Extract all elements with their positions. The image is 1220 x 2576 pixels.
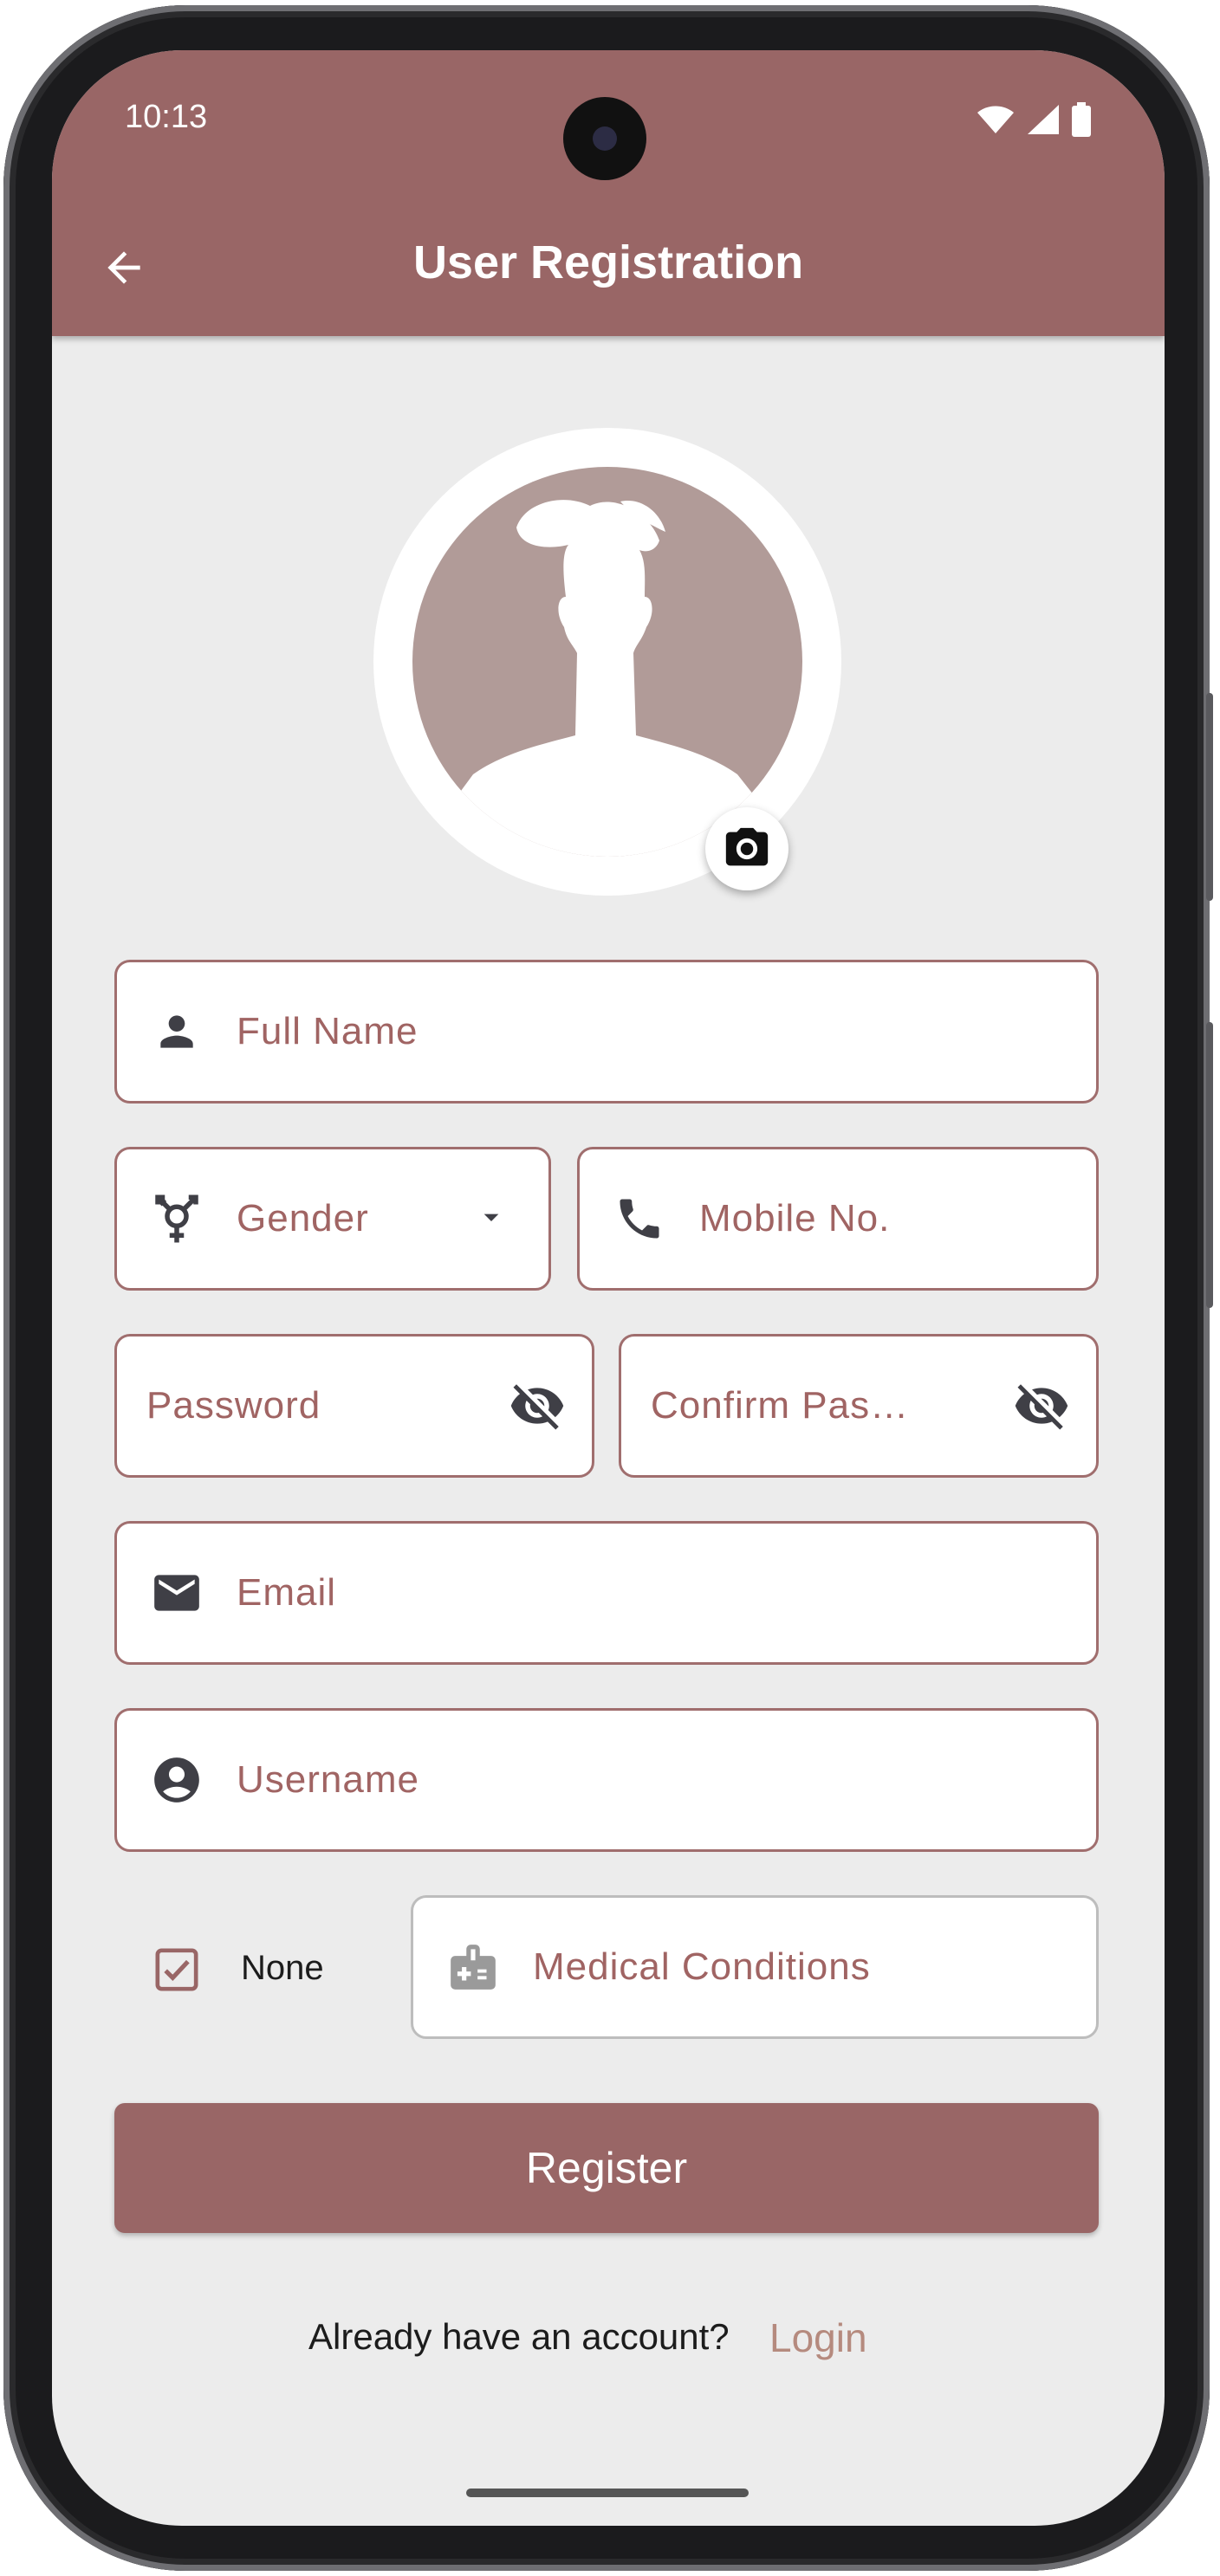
person-icon (146, 1001, 207, 1062)
login-link[interactable]: Login (769, 2314, 867, 2361)
app-screen: 10:13 User Registration Full Name Gender… (52, 50, 1165, 2526)
visibility-off-icon[interactable] (507, 1375, 568, 1436)
avatar-placeholder (412, 467, 802, 857)
medical-conditions-placeholder: Medical Conditions (533, 1945, 871, 1988)
signal-icon (1026, 103, 1061, 140)
phone-icon (609, 1188, 670, 1249)
status-icons (976, 102, 1092, 141)
gender-placeholder: Gender (237, 1197, 369, 1239)
email-placeholder: Email (237, 1571, 337, 1614)
medical-id-icon (443, 1937, 503, 1997)
front-camera (563, 97, 646, 180)
mobile-field[interactable]: Mobile No. (577, 1147, 1099, 1291)
email-icon (146, 1563, 207, 1623)
medical-conditions-field[interactable]: Medical Conditions (411, 1895, 1099, 2039)
wifi-icon (976, 104, 1016, 139)
password-field[interactable]: Password (114, 1334, 594, 1478)
app-bar: 10:13 User Registration (52, 50, 1165, 336)
gender-dropdown[interactable]: Gender (114, 1147, 551, 1291)
username-placeholder: Username (237, 1758, 419, 1801)
full-name-placeholder: Full Name (237, 1010, 419, 1052)
volume-button (1206, 1022, 1213, 1308)
register-button[interactable]: Register (114, 2103, 1099, 2233)
chevron-down-icon (474, 1200, 509, 1239)
camera-icon (725, 827, 769, 866)
power-button (1206, 693, 1213, 901)
email-field[interactable]: Email (114, 1521, 1099, 1665)
status-time: 10:13 (125, 99, 208, 135)
none-checkbox[interactable] (152, 1945, 201, 1994)
check-box-icon (155, 1948, 198, 1991)
username-field[interactable]: Username (114, 1708, 1099, 1852)
transgender-icon (146, 1188, 207, 1249)
confirm-password-placeholder: Confirm Pas… (651, 1384, 910, 1427)
change-photo-button[interactable] (705, 807, 788, 890)
home-indicator[interactable] (466, 2489, 749, 2497)
page-title: User Registration (412, 236, 804, 288)
visibility-off-icon[interactable] (1011, 1375, 1072, 1436)
confirm-password-field[interactable]: Confirm Pas… (619, 1334, 1099, 1478)
account-circle-icon (146, 1750, 207, 1810)
none-checkbox-label: None (241, 1949, 324, 1987)
login-prompt: Already have an account? (308, 2316, 730, 2357)
battery-icon (1071, 102, 1092, 141)
person-silhouette-icon (412, 500, 802, 857)
mobile-placeholder: Mobile No. (699, 1197, 891, 1239)
full-name-field[interactable]: Full Name (114, 960, 1099, 1104)
password-placeholder: Password (146, 1384, 321, 1427)
